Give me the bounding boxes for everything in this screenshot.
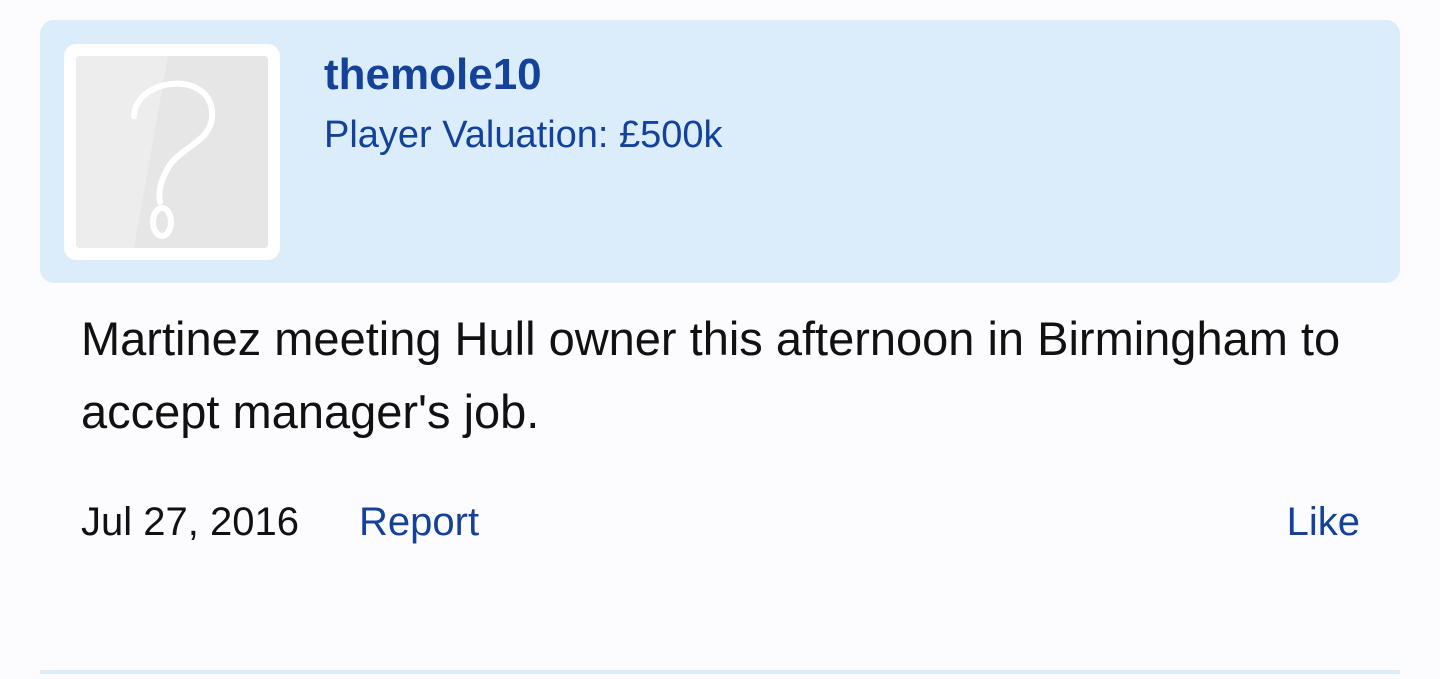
post-author-header: themole10 Player Valuation: £500k — [40, 20, 1400, 283]
forum-post: themole10 Player Valuation: £500k Martin… — [0, 0, 1440, 679]
post-body-text: Martinez meeting Hull owner this afterno… — [81, 312, 1341, 438]
post-footer: Jul 27, 2016 Report Like — [81, 494, 1360, 550]
like-button[interactable]: Like — [1287, 494, 1360, 550]
post-divider — [40, 670, 1400, 674]
avatar[interactable] — [64, 44, 280, 260]
post-date: Jul 27, 2016 — [81, 500, 299, 544]
player-valuation: Player Valuation: £500k — [324, 114, 723, 156]
author-username[interactable]: themole10 — [324, 50, 542, 101]
question-mark-icon — [76, 56, 268, 248]
avatar-image — [76, 56, 268, 248]
report-link[interactable]: Report — [359, 494, 479, 550]
